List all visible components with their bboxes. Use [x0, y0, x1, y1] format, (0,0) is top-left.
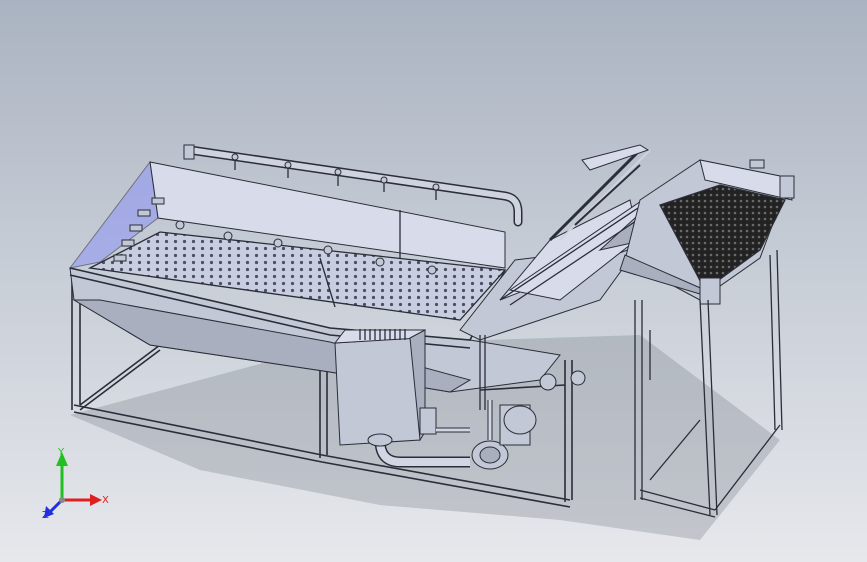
- picking-conveyor[interactable]: [619, 159, 795, 305]
- control-box[interactable]: [333, 329, 437, 446]
- washing-machine-model[interactable]: Y X Z: [0, 0, 867, 562]
- y-axis-label: Y: [57, 447, 65, 458]
- 3d-cad-viewport[interactable]: Y X Z: [0, 0, 867, 562]
- z-axis-label: Z: [42, 510, 49, 521]
- coordinate-triad: Y X Z: [42, 447, 109, 521]
- x-axis-label: X: [102, 495, 109, 506]
